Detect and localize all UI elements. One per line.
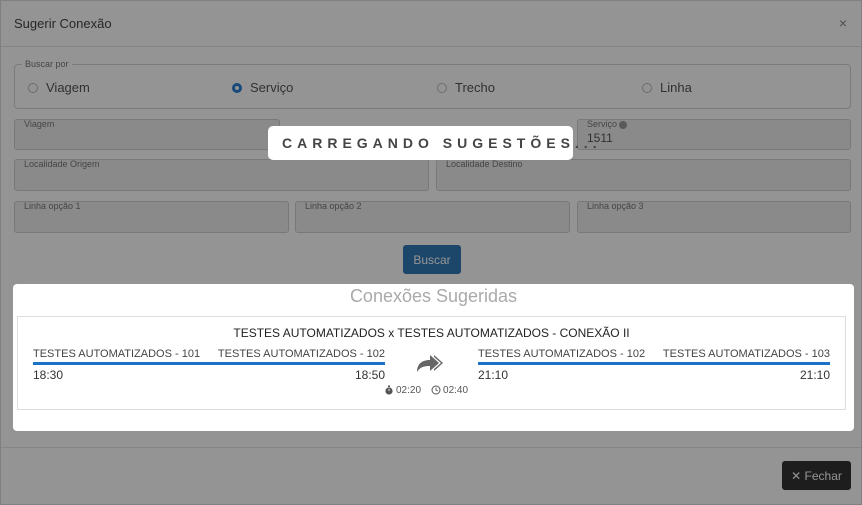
durations: 02:20 02:40 [384,385,468,396]
loading-message: CARREGANDO SUGESTÕES... [268,126,597,160]
leg-2: TESTES AUTOMATIZADOS - 102 TESTES AUTOMA… [478,348,830,382]
suggestions-panel: Conexões Sugeridas TESTES AUTOMATIZADOS … [13,284,854,431]
total-time: 02:40 [431,385,468,396]
clock-icon [431,385,441,395]
leg2-destination: TESTES AUTOMATIZADOS - 103 [662,348,830,360]
wait-time: 02:20 [384,385,421,396]
suggestions-title: Conexões Sugeridas [349,286,518,306]
leg-1: TESTES AUTOMATIZADOS - 101 TESTES AUTOMA… [33,348,385,382]
leg1-origin: TESTES AUTOMATIZADOS - 101 [33,348,201,360]
wait-time-value: 02:20 [396,385,422,396]
leg2-depart-time: 21:10 [478,368,509,382]
connection-arrow-icon [417,355,443,372]
connection-card[interactable]: TESTES AUTOMATIZADOS x TESTES AUTOMATIZA… [17,316,846,410]
leg2-origin: TESTES AUTOMATIZADOS - 102 [478,348,646,360]
leg1-arrive-time: 18:50 [354,368,385,382]
leg2-bar [478,362,830,365]
leg1-depart-time: 18:30 [33,368,64,382]
total-time-value: 02:40 [443,385,469,396]
connection-title: TESTES AUTOMATIZADOS x TESTES AUTOMATIZA… [233,326,630,340]
leg2-arrive-time: 21:10 [799,368,830,382]
leg1-destination: TESTES AUTOMATIZADOS - 102 [217,348,385,360]
stopwatch-icon [385,385,393,395]
leg1-bar [33,362,385,365]
